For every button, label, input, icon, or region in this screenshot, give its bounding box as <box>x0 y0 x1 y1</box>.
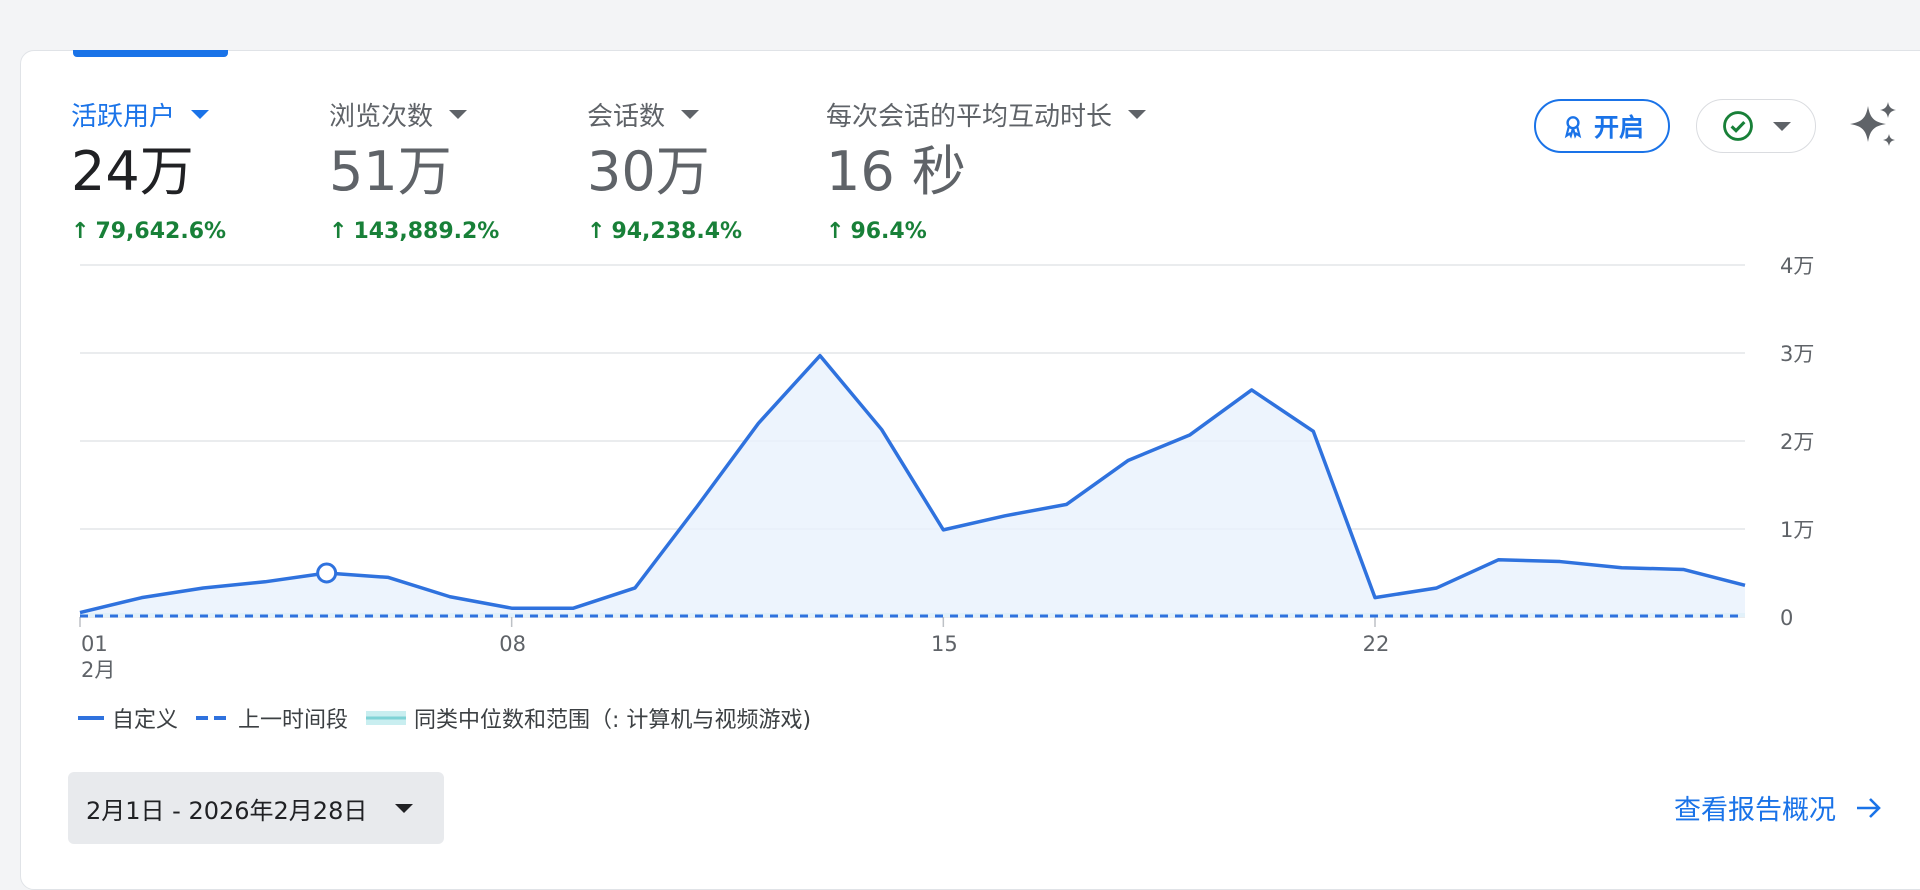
arrow-right-icon <box>1857 797 1881 818</box>
x-tick-label: 01 <box>81 632 108 656</box>
metric-change: 143,889.2% <box>353 219 500 244</box>
active-tab-indicator <box>73 50 228 57</box>
metric-value: 16 秒 <box>826 140 966 203</box>
y-tick-label: 0 <box>1780 606 1793 630</box>
x-tick-label: 08 <box>499 632 526 656</box>
arrow-up-icon: ↑ <box>826 219 845 244</box>
benchmark-band-swatch-icon <box>366 711 407 725</box>
metric-value: 30万 <box>587 140 710 203</box>
dropdown-caret-icon <box>1128 110 1147 119</box>
metric-sessions[interactable]: 会话数 30万 ↑ 94,238.4% <box>587 96 742 244</box>
legend-item-previous: 上一时间段 <box>196 702 348 734</box>
metric-change: 79,642.6% <box>95 219 227 244</box>
metric-label: 每次会话的平均互动时长 <box>826 102 1113 132</box>
view-report-link[interactable]: 查看报告概况 <box>1674 788 1884 827</box>
legend-item-custom: 自定义 <box>78 702 178 734</box>
date-range-selector[interactable]: 2月1日 - 2026年2月28日 <box>68 772 444 844</box>
metric-label: 活跃用户 <box>71 102 176 132</box>
legend-item-benchmark: 同类中位数和范围（: 计算机与视频游戏) <box>366 702 811 734</box>
arrow-up-icon: ↑ <box>329 219 348 244</box>
date-range-label: 2月1日 - 2026年2月28日 <box>86 796 368 825</box>
metric-value: 24万 <box>71 140 194 203</box>
metric-page-views[interactable]: 浏览次数 51万 ↑ 143,889.2% <box>329 96 499 244</box>
y-tick-label: 4万 <box>1780 254 1814 278</box>
view-report-label: 查看报告概况 <box>1674 795 1836 826</box>
dashed-line-swatch-icon <box>196 716 227 720</box>
check-circle-icon <box>1723 111 1753 141</box>
sparkle-icon[interactable] <box>1848 98 1898 152</box>
solid-line-swatch-icon <box>78 716 104 720</box>
metric-label: 浏览次数 <box>329 102 434 132</box>
enable-label: 开启 <box>1593 113 1644 142</box>
enable-insights-button[interactable]: 开启 <box>1534 99 1670 153</box>
metric-avg-engagement-time[interactable]: 每次会话的平均互动时长 16 秒 ↑ 96.4% <box>826 96 1147 244</box>
ribbon-icon <box>1564 116 1582 139</box>
dropdown-caret-icon <box>191 110 210 119</box>
dropdown-caret-icon <box>449 110 468 119</box>
metric-value: 51万 <box>329 140 452 203</box>
highlighted-data-point <box>316 562 338 584</box>
y-tick-label: 2万 <box>1780 430 1814 454</box>
legend-label-previous: 上一时间段 <box>238 708 349 733</box>
y-tick-label: 3万 <box>1780 342 1814 366</box>
metric-change: 96.4% <box>850 219 927 244</box>
arrow-up-icon: ↑ <box>71 219 90 244</box>
x-tick-label: 15 <box>931 632 958 656</box>
x-tick-sublabel: 2月 <box>81 658 115 682</box>
x-tick-label: 22 <box>1363 632 1390 656</box>
data-quality-dropdown[interactable] <box>1696 99 1816 153</box>
chart-legend: 自定义 上一时间段 同类中位数和范围（: 计算机与视频游戏) <box>78 702 829 734</box>
legend-label-benchmark: 同类中位数和范围（: 计算机与视频游戏) <box>414 708 812 733</box>
dropdown-caret-icon <box>1773 121 1791 131</box>
legend-label-custom: 自定义 <box>112 708 179 733</box>
trend-line-chart: 0 1万 2万 3万 4万 012月 08 15 22 <box>79 254 1814 682</box>
metric-change: 94,238.4% <box>611 219 743 244</box>
arrow-up-icon: ↑ <box>587 219 606 244</box>
dropdown-caret-icon <box>395 803 414 813</box>
metric-label: 会话数 <box>587 102 666 132</box>
y-tick-label: 1万 <box>1780 518 1814 542</box>
dropdown-caret-icon <box>681 110 700 119</box>
metric-active-users[interactable]: 活跃用户 24万 ↑ 79,642.6% <box>71 96 226 244</box>
